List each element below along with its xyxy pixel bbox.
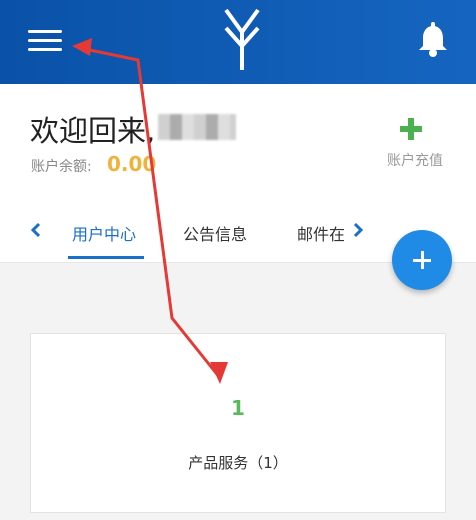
tab-user-center[interactable]: 用户中心 [72,221,136,245]
floating-add-button[interactable] [392,230,452,290]
chevron-right-icon[interactable] [352,222,364,238]
recharge-button[interactable]: 账户充值 [380,114,450,174]
recharge-label: 账户充值 [387,153,443,169]
bell-icon[interactable] [417,22,449,58]
menu-line [28,39,62,42]
brand-logo-icon[interactable] [218,6,266,72]
plus-icon [400,118,422,140]
service-label: 产品服务（1） [188,454,288,472]
menu-line [28,48,62,51]
chevron-left-icon[interactable] [30,222,42,238]
tab-mail[interactable]: 邮件在 [297,221,345,245]
app-header [0,0,476,84]
menu-line [28,30,62,33]
balance-label: 账户余额: [31,159,92,175]
welcome-greeting: 欢迎回来, [30,114,156,148]
active-tab-indicator [68,256,144,259]
tab-announcements[interactable]: 公告信息 [183,221,247,245]
hamburger-menu-icon[interactable] [28,26,64,56]
product-service-card[interactable]: 1 产品服务（1） [30,333,446,513]
blurred-username [158,114,236,140]
service-count: 1 [231,396,245,420]
balance-value: 0.00 [107,152,157,176]
